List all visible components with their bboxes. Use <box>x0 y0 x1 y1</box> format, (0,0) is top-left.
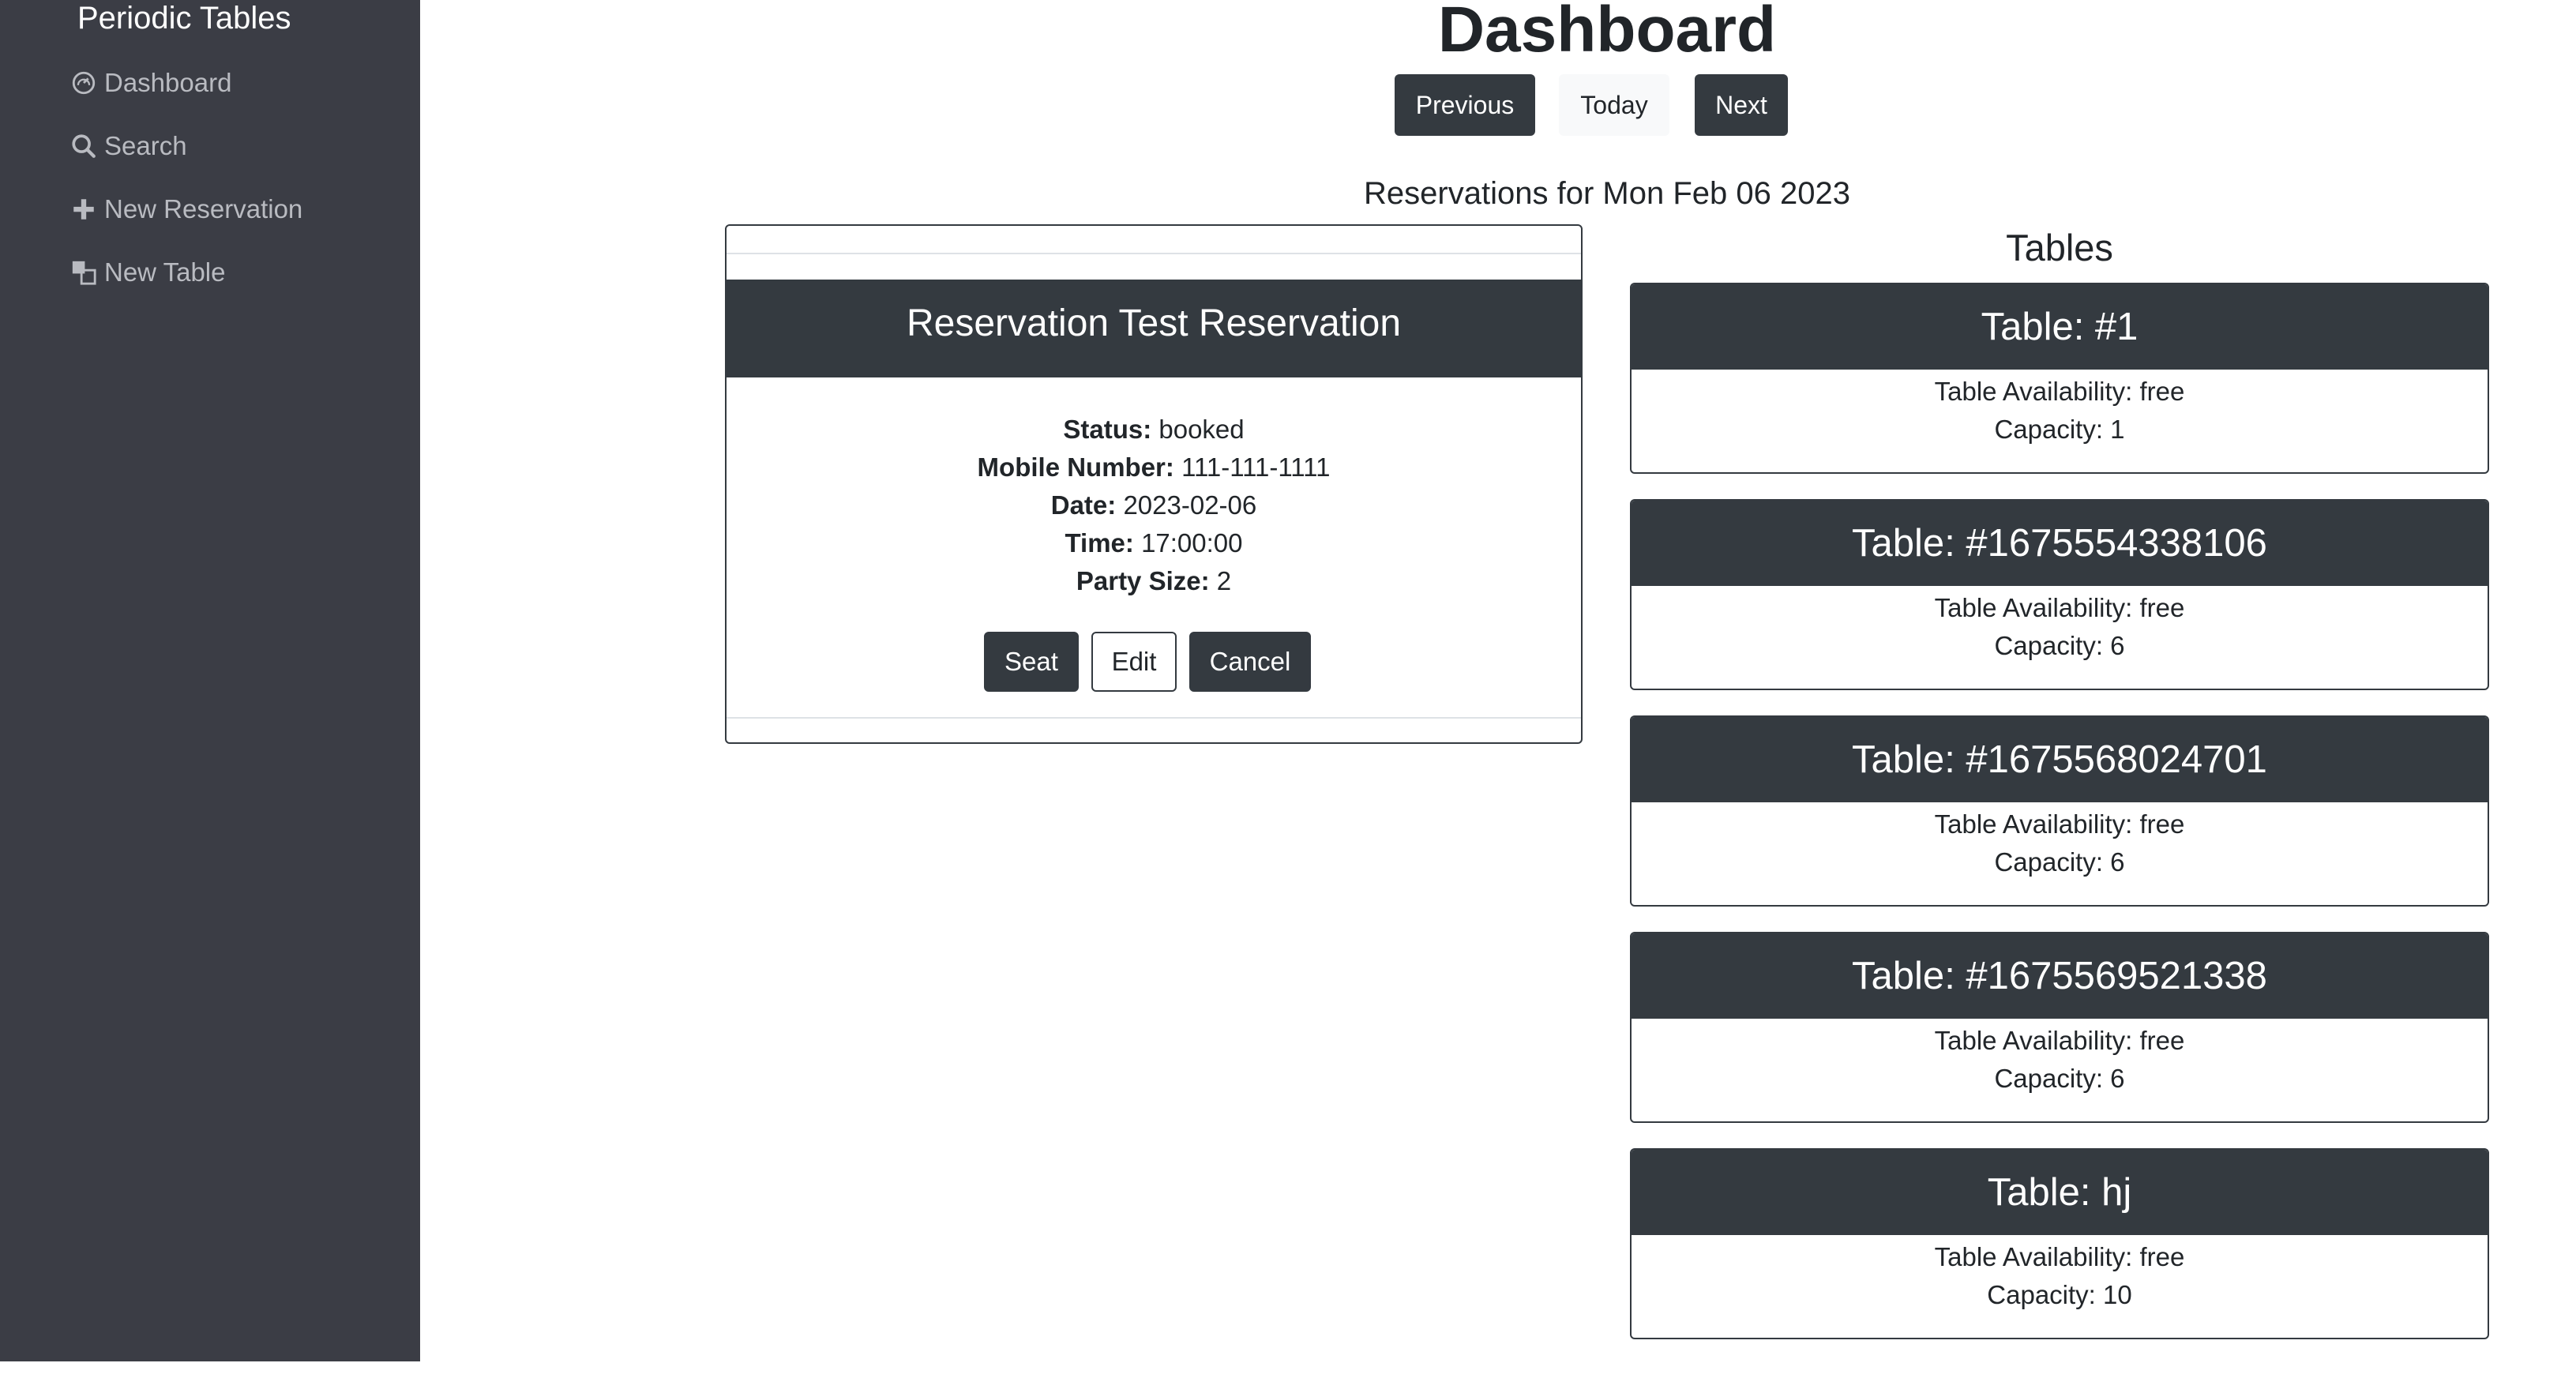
sidebar-item-new-table[interactable]: New Table <box>68 253 400 292</box>
table-name: Table: #1675569521338 <box>1632 933 2488 1019</box>
time-row: Time: 17:00:00 <box>727 524 1581 562</box>
table-name: Table: hj <box>1632 1150 2488 1235</box>
field-label: Time: <box>1065 528 1134 558</box>
reservation-details: Status: booked Mobile Number: 111-111-11… <box>727 411 1581 600</box>
field-label: Date: <box>1050 490 1117 520</box>
table-availability: Table Availability: free <box>1934 1242 2185 1271</box>
sidebar: Periodic Tables Dashboard Search New Res… <box>0 0 420 1361</box>
reservations-date-heading: Reservations for Mon Feb 06 2023 <box>1364 176 1850 211</box>
cancel-button[interactable]: Cancel <box>1189 632 1311 692</box>
party-size-row: Party Size: 2 <box>727 562 1581 600</box>
previous-button[interactable]: Previous <box>1395 74 1535 136</box>
brand-title[interactable]: Periodic Tables <box>77 0 377 36</box>
table-card: Table: #1675569521338 Table Availability… <box>1630 932 2489 1123</box>
sidebar-item-label: Search <box>104 131 187 160</box>
sidebar-item-dashboard[interactable]: Dashboard <box>68 63 400 103</box>
party-size-value: 2 <box>1216 566 1232 595</box>
table-availability: Table Availability: free <box>1934 809 2185 839</box>
table-card: Table: #1675568024701 Table Availability… <box>1630 715 2489 907</box>
table-availability: Table Availability: free <box>1934 1026 2185 1055</box>
table-capacity: Capacity: 6 <box>1994 847 2125 877</box>
table-capacity: Capacity: 1 <box>1994 415 2125 444</box>
edit-button[interactable]: Edit <box>1091 632 1177 692</box>
table-card: Table: #1675554338106 Table Availability… <box>1630 499 2489 690</box>
table-capacity: Capacity: 6 <box>1994 1064 2125 1093</box>
table-details: Table Availability: free Capacity: 6 <box>1632 586 2488 665</box>
table-availability: Table Availability: free <box>1934 593 2185 622</box>
mobile-row: Mobile Number: 111-111-1111 <box>727 449 1581 486</box>
tables-heading: Tables <box>2006 227 2113 268</box>
sidebar-item-search[interactable]: Search <box>68 126 400 166</box>
page-title: Dashboard <box>1437 0 1777 66</box>
table-availability: Table Availability: free <box>1934 377 2185 406</box>
dashboard-icon <box>68 67 100 99</box>
mobile-value: 111-111-1111 <box>1181 452 1331 482</box>
table-name: Table: #1 <box>1632 284 2488 370</box>
table-icon <box>68 257 100 288</box>
field-label: Party Size: <box>1076 566 1210 595</box>
table-card: Table: hj Table Availability: free Capac… <box>1630 1148 2489 1339</box>
plus-icon <box>68 193 100 225</box>
table-details: Table Availability: free Capacity: 6 <box>1632 1019 2488 1098</box>
time-value: 17:00:00 <box>1141 528 1243 558</box>
divider <box>727 717 1581 719</box>
search-icon <box>68 130 100 162</box>
status-value: booked <box>1158 415 1245 444</box>
field-label: Mobile Number: <box>977 452 1174 482</box>
sidebar-item-label: Dashboard <box>104 68 232 97</box>
table-name: Table: #1675554338106 <box>1632 501 2488 586</box>
table-card: Table: #1 Table Availability: free Capac… <box>1630 283 2489 474</box>
table-capacity: Capacity: 10 <box>1987 1280 2132 1309</box>
table-capacity: Capacity: 6 <box>1994 631 2125 660</box>
sidebar-item-label: New Reservation <box>104 194 303 223</box>
table-details: Table Availability: free Capacity: 1 <box>1632 370 2488 449</box>
today-button[interactable]: Today <box>1559 74 1669 136</box>
seat-button[interactable]: Seat <box>984 632 1079 692</box>
status-row: Status: booked <box>727 411 1581 449</box>
date-value: 2023-02-06 <box>1123 490 1257 520</box>
reservation-card: Reservation Test Reservation Status: boo… <box>725 224 1583 744</box>
table-name: Table: #1675568024701 <box>1632 717 2488 802</box>
divider <box>727 253 1581 254</box>
table-details: Table Availability: free Capacity: 10 <box>1632 1235 2488 1314</box>
reservation-title: Reservation Test Reservation <box>727 280 1581 377</box>
app-root: Periodic Tables Dashboard Search New Res… <box>0 0 2576 1393</box>
table-details: Table Availability: free Capacity: 6 <box>1632 802 2488 881</box>
field-label: Status: <box>1063 415 1152 444</box>
sidebar-item-label: New Table <box>104 257 226 287</box>
sidebar-item-new-reservation[interactable]: New Reservation <box>68 190 400 229</box>
next-button[interactable]: Next <box>1695 74 1788 136</box>
date-row: Date: 2023-02-06 <box>727 486 1581 524</box>
